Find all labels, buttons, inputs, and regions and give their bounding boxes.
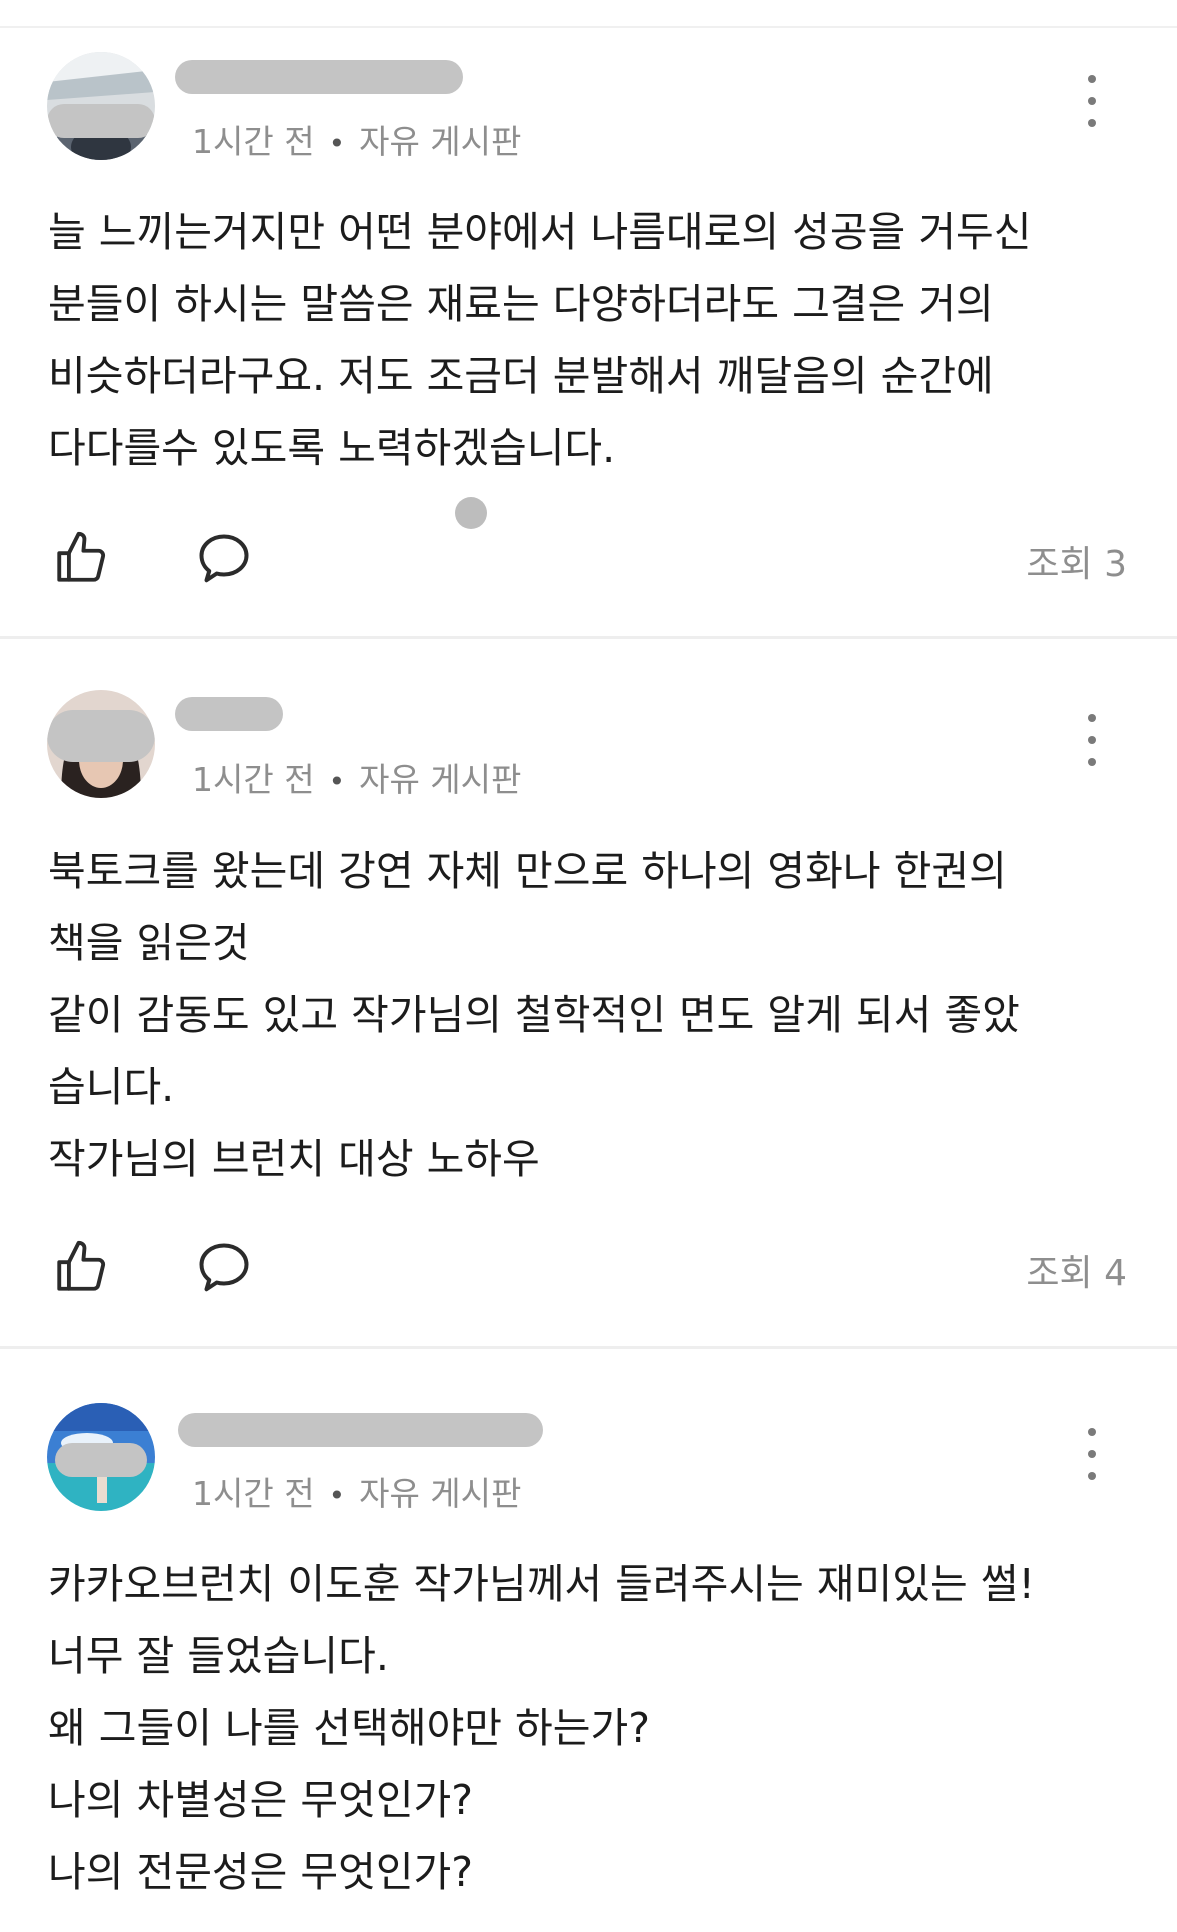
post-board[interactable]: 자유 게시판	[359, 760, 521, 799]
more-vertical-icon	[1088, 714, 1096, 722]
post-board[interactable]: 자유 게시판	[359, 122, 521, 161]
author-avatar[interactable]	[47, 52, 155, 160]
post-meta: 1시간 전 • 자유 게시판	[192, 1467, 521, 1515]
author-name-redacted	[178, 1413, 543, 1447]
more-options-button[interactable]	[1080, 714, 1104, 766]
more-dot	[1088, 1472, 1096, 1480]
more-dot	[1088, 758, 1096, 766]
post-body[interactable]: 북토크를 왔는데 강연 자체 만으로 하나의 영화나 한권의 책을 읽은것 같이…	[48, 835, 1138, 1195]
meta-separator-dot: •	[328, 765, 346, 798]
post-time: 1시간 전	[192, 122, 315, 161]
author-avatar[interactable]	[47, 1403, 155, 1511]
view-count: 조회 4	[1026, 1253, 1127, 1294]
more-options-button[interactable]	[1080, 75, 1104, 127]
comment-icon[interactable]	[194, 1238, 254, 1298]
post-board[interactable]: 자유 게시판	[359, 1474, 521, 1513]
meta-separator-dot: •	[328, 127, 346, 160]
post-meta: 1시간 전 • 자유 게시판	[192, 753, 521, 801]
top-divider	[0, 26, 1177, 28]
more-vertical-icon	[1088, 75, 1096, 83]
post-actions: 조회 3	[0, 525, 1177, 595]
more-options-button[interactable]	[1080, 1428, 1104, 1480]
post-time: 1시간 전	[192, 760, 315, 799]
view-count: 조회 3	[1026, 544, 1127, 585]
author-name-redacted	[175, 697, 283, 731]
post-separator	[0, 1346, 1177, 1349]
meta-separator-dot: •	[328, 1479, 346, 1512]
more-dot	[1088, 119, 1096, 127]
thumbs-up-icon[interactable]	[52, 529, 110, 587]
author-name-redacted	[175, 60, 463, 94]
avatar-blur	[47, 710, 155, 762]
post-separator	[0, 636, 1177, 639]
comment-icon[interactable]	[194, 529, 254, 589]
more-vertical-icon	[1088, 1428, 1096, 1436]
post-meta: 1시간 전 • 자유 게시판	[192, 115, 521, 163]
post-time: 1시간 전	[192, 1474, 315, 1513]
avatar-blur	[55, 1443, 147, 1477]
thumbs-up-icon[interactable]	[52, 1238, 110, 1296]
avatar-blur	[47, 104, 155, 138]
more-dot	[1088, 97, 1096, 105]
more-dot	[1088, 1450, 1096, 1458]
post-body[interactable]: 카카오브런치 이도훈 작가님께서 들려주시는 재미있는 썰! 너무 잘 들었습니…	[48, 1548, 1138, 1908]
post-body[interactable]: 늘 느끼는거지만 어떤 분야에서 나름대로의 성공을 거두신 분들이 하시는 말…	[48, 196, 1138, 484]
post-actions: 조회 4	[0, 1234, 1177, 1304]
more-dot	[1088, 736, 1096, 744]
author-avatar[interactable]	[47, 690, 155, 798]
